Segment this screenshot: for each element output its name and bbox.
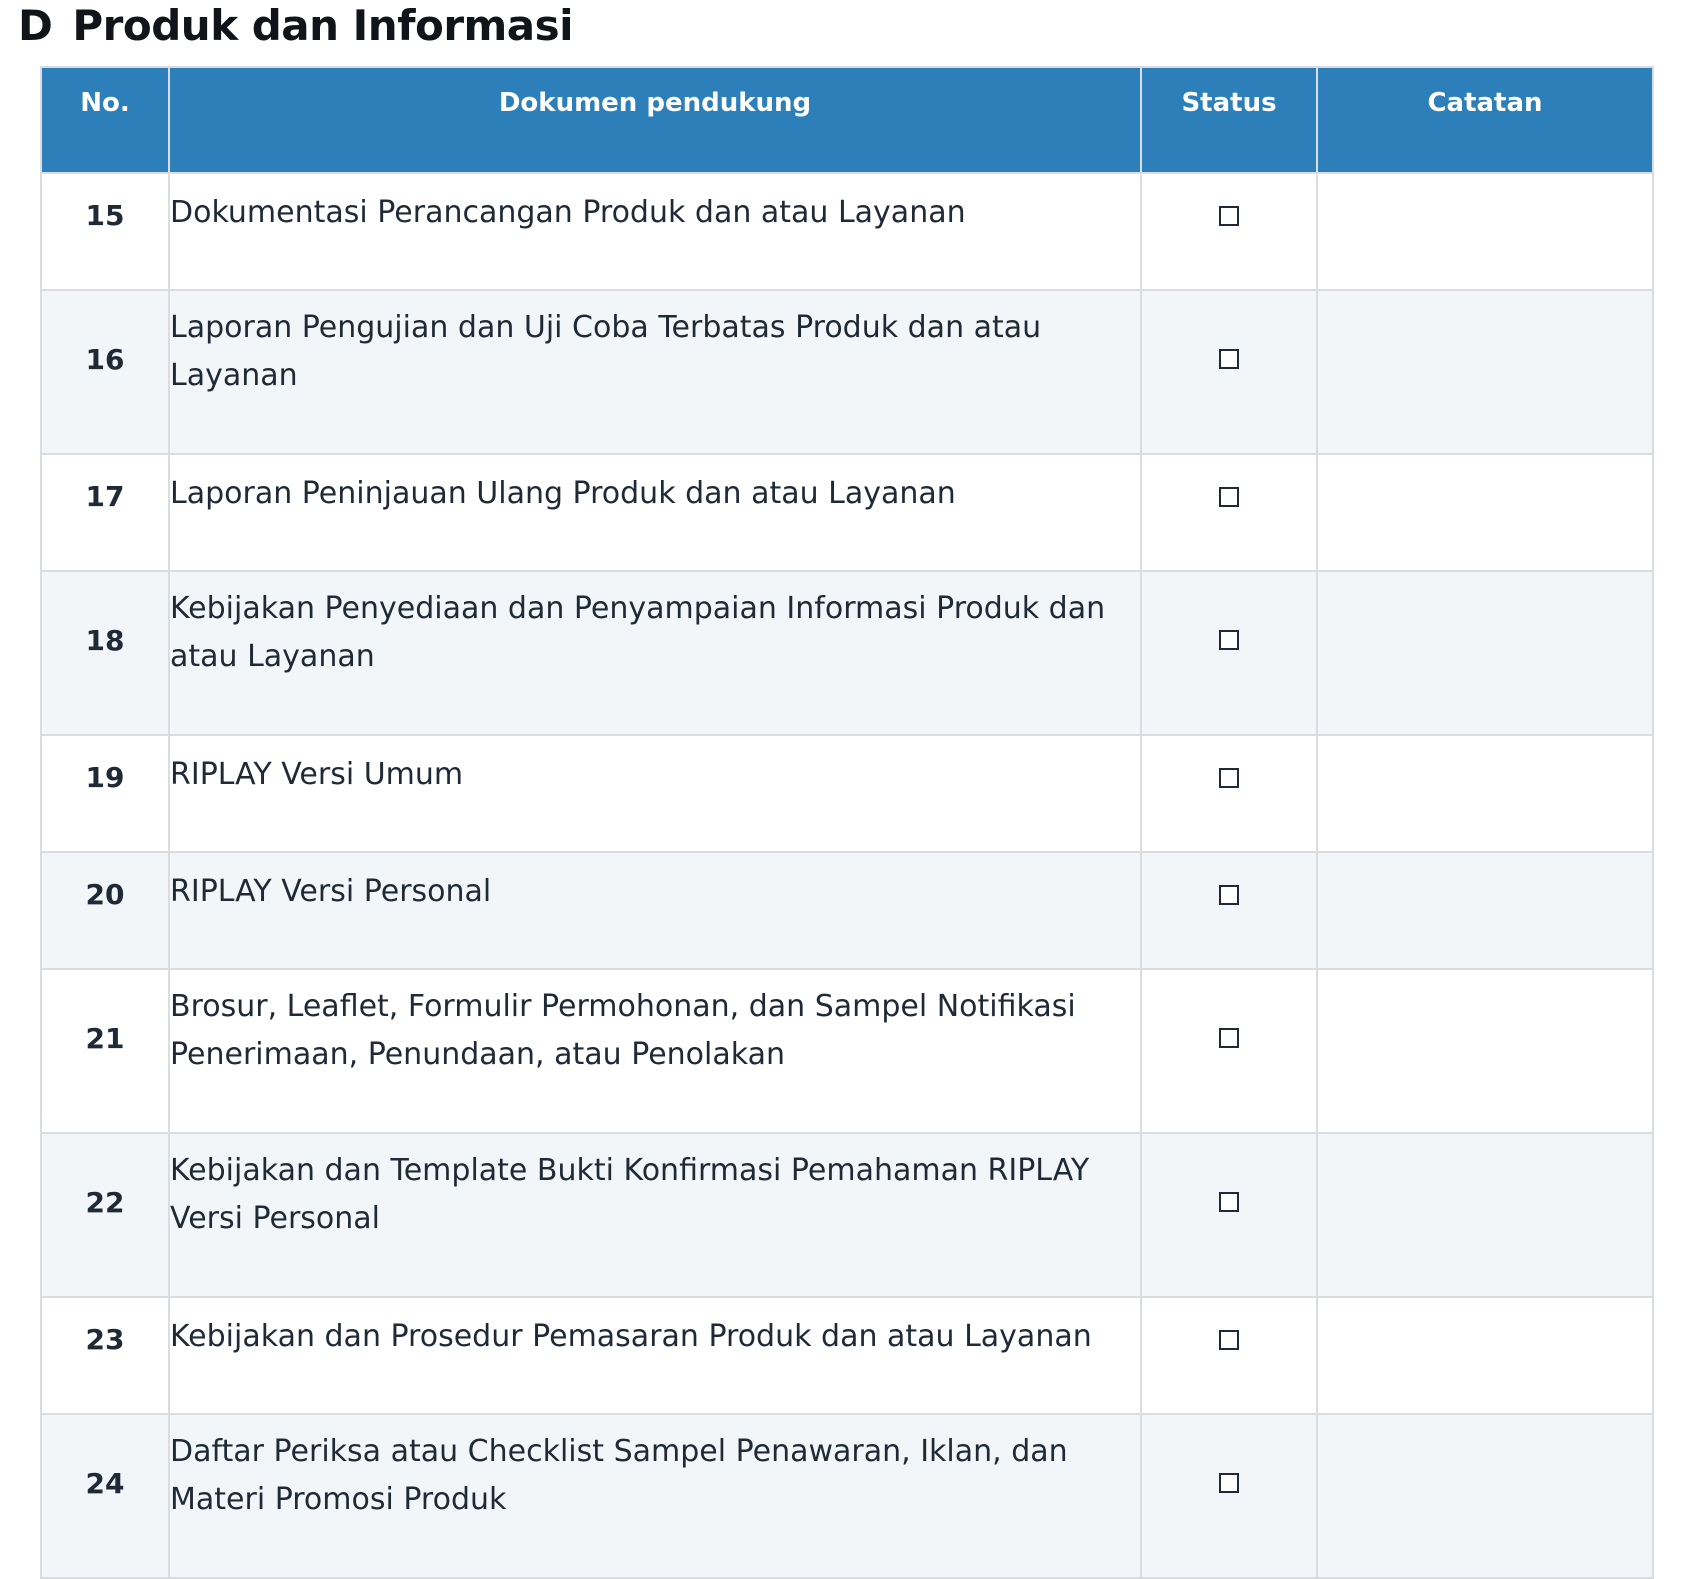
status-cell [1140,289,1318,455]
document-name: Brosur, Leaflet, Formulir Permohonan, da… [168,968,1142,1134]
notes-cell[interactable] [1316,172,1654,291]
status-checkbox[interactable] [1219,630,1239,651]
status-cell [1140,734,1318,853]
status-cell [1140,1413,1318,1579]
status-cell [1140,453,1318,572]
header-notes: Catatan [1316,66,1654,174]
section-title-text: Produk dan Informasi [72,1,574,50]
notes-cell[interactable] [1316,289,1654,455]
notes-cell[interactable] [1316,968,1654,1134]
row-number: 21 [40,968,170,1134]
row-number: 23 [40,1296,170,1415]
document-name: Daftar Periksa atau Checklist Sampel Pen… [168,1413,1142,1579]
notes-cell[interactable] [1316,1296,1654,1415]
status-checkbox[interactable] [1219,1192,1239,1213]
table-row: 15 Dokumentasi Perancangan Produk dan at… [40,172,1654,291]
status-cell [1140,172,1318,291]
document-name: Laporan Peninjauan Ulang Produk dan atau… [168,453,1142,572]
table-row: 19 RIPLAY Versi Umum [40,734,1654,853]
section-title: D Produk dan Informasi [18,0,574,56]
header-status: Status [1140,66,1318,174]
row-number: 20 [40,851,170,970]
document-name: Kebijakan Penyediaan dan Penyampaian Inf… [168,570,1142,736]
status-cell [1140,968,1318,1134]
document-name: Dokumentasi Perancangan Produk dan atau … [168,172,1142,291]
notes-cell[interactable] [1316,1132,1654,1298]
document-name: RIPLAY Versi Umum [168,734,1142,853]
status-cell [1140,570,1318,736]
row-number: 22 [40,1132,170,1298]
table-row: 23 Kebijakan dan Prosedur Pemasaran Prod… [40,1296,1654,1415]
row-number: 19 [40,734,170,853]
document-name: RIPLAY Versi Personal [168,851,1142,970]
notes-cell[interactable] [1316,570,1654,736]
document-name: Kebijakan dan Template Bukti Konfirmasi … [168,1132,1142,1298]
header-no: No. [40,66,170,174]
notes-cell[interactable] [1316,851,1654,970]
row-number: 16 [40,289,170,455]
document-name: Kebijakan dan Prosedur Pemasaran Produk … [168,1296,1142,1415]
document-checklist-table: No. Dokumen pendukung Status Catatan 15 … [40,66,1654,1579]
table-header-row: No. Dokumen pendukung Status Catatan [40,66,1654,174]
table-row: 17 Laporan Peninjauan Ulang Produk dan a… [40,453,1654,572]
notes-cell[interactable] [1316,734,1654,853]
status-checkbox[interactable] [1219,1028,1239,1049]
row-number: 17 [40,453,170,572]
status-checkbox[interactable] [1219,884,1239,905]
table-row: 21 Brosur, Leaflet, Formulir Permohonan,… [40,968,1654,1134]
row-number: 24 [40,1413,170,1579]
status-checkbox[interactable] [1219,1329,1239,1350]
row-number: 15 [40,172,170,291]
section-letter: D [18,1,53,50]
status-checkbox[interactable] [1219,1473,1239,1494]
table-row: 18 Kebijakan Penyediaan dan Penyampaian … [40,570,1654,736]
status-checkbox[interactable] [1219,486,1239,507]
notes-cell[interactable] [1316,453,1654,572]
table-row: 24 Daftar Periksa atau Checklist Sampel … [40,1413,1654,1579]
status-cell [1140,1296,1318,1415]
status-cell [1140,1132,1318,1298]
status-checkbox[interactable] [1219,349,1239,370]
status-checkbox[interactable] [1219,767,1239,788]
table-row: 20 RIPLAY Versi Personal [40,851,1654,970]
table-row: 16 Laporan Pengujian dan Uji Coba Terbat… [40,289,1654,455]
status-cell [1140,851,1318,970]
row-number: 18 [40,570,170,736]
status-checkbox[interactable] [1219,205,1239,226]
notes-cell[interactable] [1316,1413,1654,1579]
document-name: Laporan Pengujian dan Uji Coba Terbatas … [168,289,1142,455]
header-document: Dokumen pendukung [168,66,1142,174]
table-row: 22 Kebijakan dan Template Bukti Konfirma… [40,1132,1654,1298]
